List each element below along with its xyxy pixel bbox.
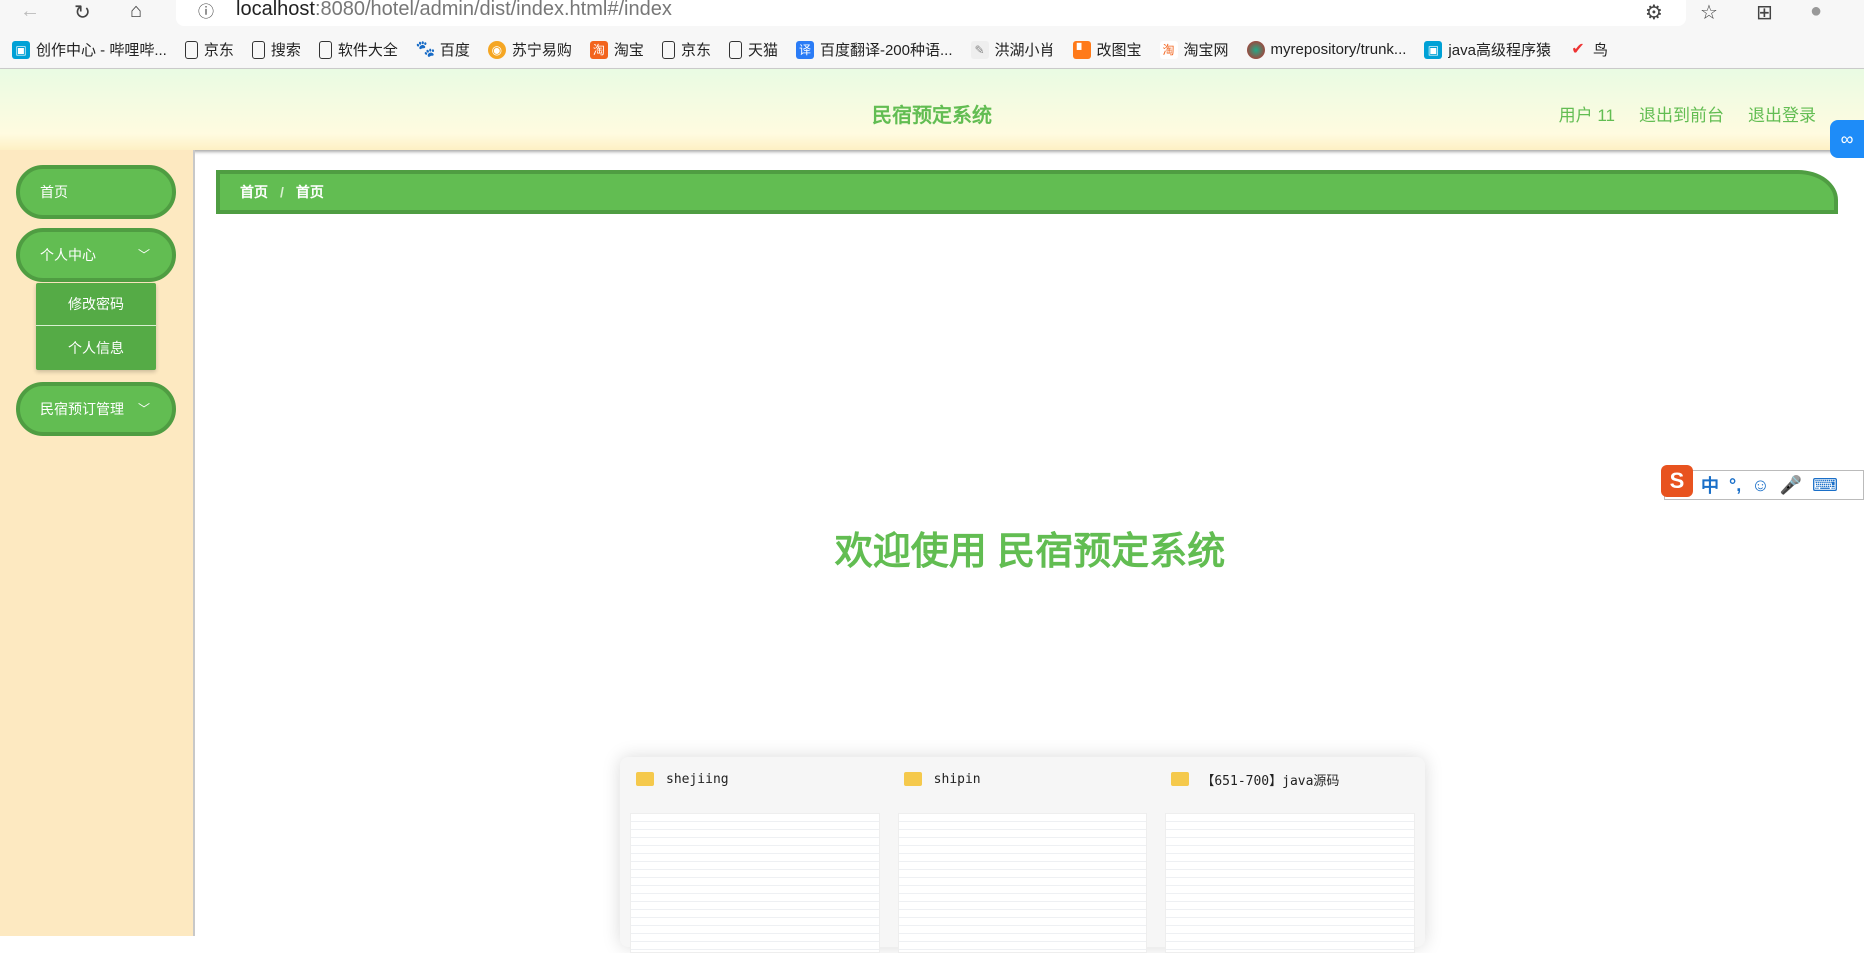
- page-icon: [728, 40, 742, 59]
- submenu-change-password[interactable]: 修改密码: [36, 283, 156, 326]
- bookmark[interactable]: ▘ 改图宝: [1072, 39, 1142, 60]
- window-title: shipin: [933, 771, 981, 787]
- submenu-personal-info[interactable]: 个人信息: [36, 326, 156, 369]
- window-preview[interactable]: 【651-700】java源码: [1165, 757, 1416, 953]
- breadcrumb: 首页 / 首页: [216, 170, 1838, 214]
- bookmark[interactable]: 京东: [184, 39, 234, 60]
- menu-label: 首页: [40, 184, 68, 200]
- gaitubao-icon: ▘: [1072, 40, 1091, 59]
- taobao-icon: 淘: [1159, 40, 1178, 59]
- page-icon: [661, 40, 675, 59]
- bookmark[interactable]: 搜索: [251, 39, 301, 60]
- window-thumbnail: [630, 813, 880, 953]
- menu-label: 民宿预订管理: [40, 401, 124, 417]
- sidebar-item-personal-center[interactable]: 个人中心 ﹀: [16, 228, 176, 282]
- address-bar[interactable]: ⓘ localhost:8080/hotel/admin/dist/index.…: [176, 0, 1686, 26]
- url-host: localhost: [236, 0, 315, 20]
- refresh-icon[interactable]: ↻: [74, 0, 91, 25]
- window-title: 【651-700】java源码: [1201, 773, 1340, 789]
- menu-label: 个人中心: [40, 247, 96, 263]
- bilibili-icon: ▣: [12, 40, 30, 59]
- logout-link[interactable]: 退出登录: [1748, 101, 1816, 126]
- folder-icon: [903, 772, 922, 786]
- info-icon[interactable]: ⓘ: [198, 0, 214, 22]
- welcome-text: 欢迎使用 民宿预定系统: [834, 531, 1226, 573]
- emoji-icon[interactable]: ☺: [1751, 475, 1769, 496]
- user-name[interactable]: 用户 11: [1559, 101, 1615, 126]
- punctuation-icon[interactable]: °,: [1729, 475, 1741, 496]
- bookmarks-bar: ▣ 创作中心 - 哔哩哔... 京东 搜索 软件大全 🐾 百度 ◉ 苏宁易购 淘淘宝 …: [0, 31, 1864, 69]
- suning-icon: ◉: [487, 40, 506, 59]
- breadcrumb-item[interactable]: 首页: [240, 182, 268, 202]
- sogou-logo-icon[interactable]: S: [1661, 465, 1693, 497]
- url-path: :8080/hotel/admin/dist/index.html#/index: [314, 0, 672, 20]
- browser-toolbar: ← ↻ ⌂ ⓘ localhost:8080/hotel/admin/dist/…: [0, 0, 1864, 31]
- bookmark[interactable]: 淘淘宝网: [1159, 39, 1229, 60]
- ime-toolbar: S 中 °, ☺ 🎤 ⌨: [1661, 465, 1864, 500]
- page-icon: [318, 40, 332, 59]
- app-header: 民宿预定系统 用户 11 退出到前台 退出登录: [0, 69, 1864, 150]
- bookmark[interactable]: 天猫: [728, 39, 778, 60]
- bookmark[interactable]: 软件大全: [318, 39, 398, 60]
- favorites-icon[interactable]: ☆: [1700, 0, 1718, 25]
- sidebar: 首页 个人中心 ﹀ 修改密码 个人信息 民宿预订管理 ﹀: [0, 150, 195, 936]
- chevron-down-icon: ﹀: [137, 248, 150, 262]
- submenu-personal: 修改密码 个人信息: [36, 283, 156, 370]
- bilibili-icon: ▣: [1424, 40, 1443, 59]
- bookmark[interactable]: ▣ java高级程序猿: [1424, 39, 1551, 60]
- folder-icon: [1171, 772, 1190, 786]
- page-icon: [184, 40, 198, 59]
- sidebar-item-home[interactable]: 首页: [16, 165, 176, 219]
- window-title: shejiing: [666, 771, 729, 787]
- bookmark[interactable]: myrepository/trunk...: [1246, 40, 1406, 59]
- window-thumbnail: [1165, 813, 1416, 953]
- exit-to-front-link[interactable]: 退出到前台: [1639, 101, 1724, 126]
- window-preview[interactable]: shipin: [897, 757, 1148, 953]
- chevron-down-icon: ﹀: [137, 402, 150, 416]
- bookmark[interactable]: 京东: [661, 39, 711, 60]
- page-icon: [251, 40, 265, 59]
- bookmark[interactable]: ◉ 苏宁易购: [487, 39, 572, 60]
- bookmark[interactable]: ✎ 洪湖小肖: [970, 39, 1055, 60]
- taobao-icon: 淘: [589, 40, 608, 59]
- home-icon[interactable]: ⌂: [130, 0, 142, 23]
- bookmark[interactable]: 淘淘宝: [589, 39, 644, 60]
- breadcrumb-item: 首页: [295, 184, 324, 200]
- collections-icon[interactable]: ⊞: [1756, 0, 1773, 25]
- taskbar-preview: shejiing shipin 【651-700】java源码: [620, 757, 1425, 953]
- baidu-paw-icon: 🐾: [415, 40, 436, 58]
- bookmark[interactable]: ▣ 创作中心 - 哔哩哔...: [12, 39, 167, 60]
- profile-icon[interactable]: ●: [1810, 0, 1822, 23]
- back-icon[interactable]: ←: [20, 0, 40, 23]
- translate-icon: 译: [795, 40, 814, 59]
- ime-mode[interactable]: 中: [1701, 472, 1719, 498]
- breadcrumb-separator: /: [280, 184, 284, 200]
- sidebar-item-booking[interactable]: 民宿预订管理 ﹀: [16, 382, 176, 436]
- keyboard-icon[interactable]: ⌨: [1812, 475, 1838, 496]
- window-preview[interactable]: shejiing: [630, 757, 880, 953]
- extensions-icon[interactable]: ⚙: [1645, 0, 1663, 25]
- bookmark[interactable]: 🐾 百度: [416, 39, 470, 60]
- bookmark[interactable]: 译百度翻译-200种语...: [795, 39, 953, 60]
- folder-icon: [636, 772, 654, 786]
- bird-icon: ✎: [970, 40, 989, 59]
- baidu-netdisk-icon[interactable]: ∞: [1830, 120, 1864, 158]
- bookmark[interactable]: ✔ 鸟: [1569, 39, 1608, 60]
- repo-icon: [1246, 40, 1265, 59]
- bird-logo-icon: ✔: [1571, 40, 1585, 58]
- microphone-icon[interactable]: 🎤: [1780, 475, 1802, 496]
- window-thumbnail: [897, 813, 1148, 953]
